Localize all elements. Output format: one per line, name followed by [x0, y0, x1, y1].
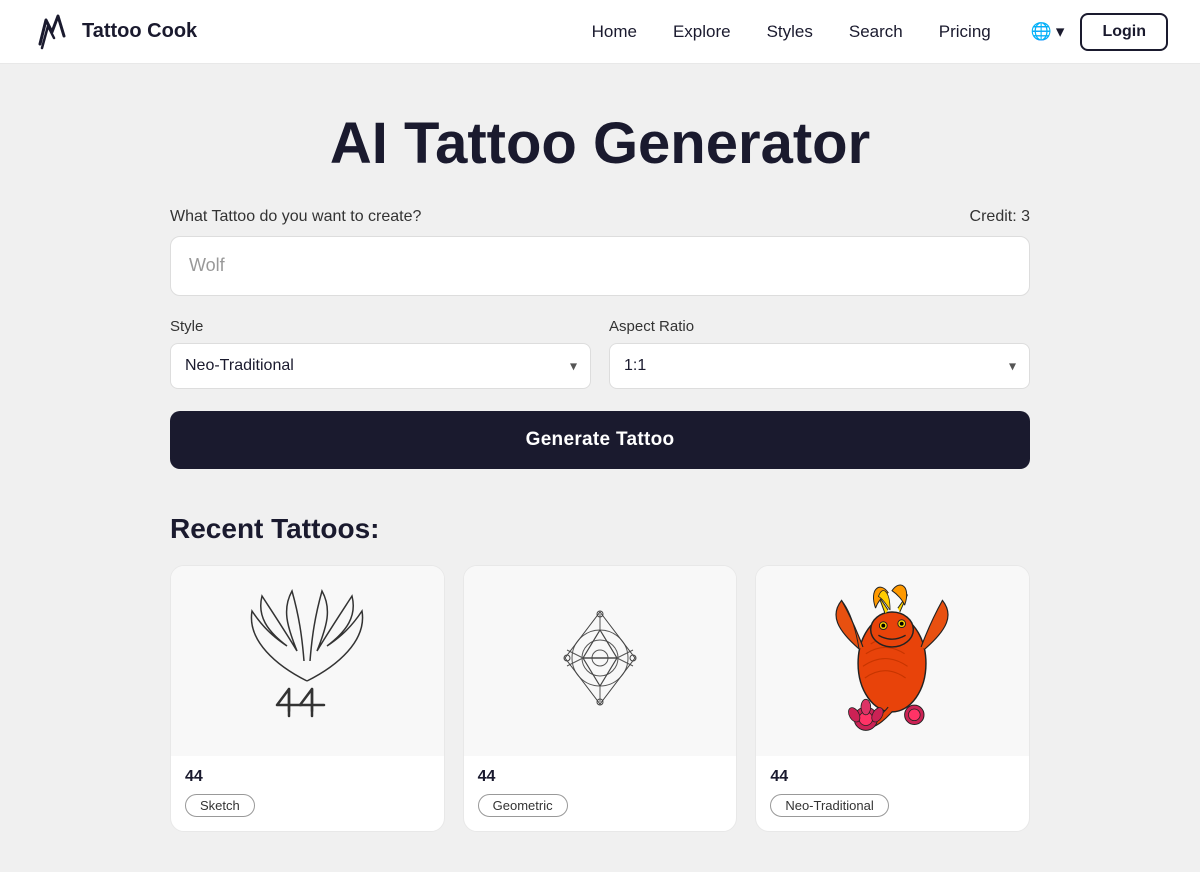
form-label: What Tattoo do you want to create?: [170, 208, 421, 226]
nav-links: Home Explore Styles Search Pricing: [592, 22, 991, 42]
page-title: AI Tattoo Generator: [170, 112, 1030, 176]
tattoo-input[interactable]: [170, 236, 1030, 296]
brand-link[interactable]: Tattoo Cook: [32, 12, 197, 52]
style-select-group: Style Neo-Traditional Traditional Geomet…: [170, 318, 591, 389]
aspect-select-group: Aspect Ratio 1:1 4:3 3:4 16:9 9:16: [609, 318, 1030, 389]
tattoo-card-image-0: [171, 566, 444, 756]
main-content: AI Tattoo Generator What Tattoo do you w…: [150, 64, 1050, 872]
tattoo-style-badge-1: Geometric: [478, 794, 568, 817]
brand-logo-icon: [32, 12, 72, 52]
tattoo-card-name-0: 44: [185, 768, 430, 786]
language-button[interactable]: 🌐 ▾: [1031, 22, 1065, 42]
nav-styles[interactable]: Styles: [767, 22, 813, 41]
nav-right: 🌐 ▾ Login: [1031, 13, 1168, 51]
tattoo-card-image-2: [756, 566, 1029, 756]
login-button[interactable]: Login: [1080, 13, 1168, 51]
tattoo-card-name-2: 44: [770, 768, 1015, 786]
tattoo-card-name-1: 44: [478, 768, 723, 786]
tattoo-style-badge-2: Neo-Traditional: [770, 794, 888, 817]
recent-title: Recent Tattoos:: [170, 513, 1030, 545]
brand-name: Tattoo Cook: [82, 20, 197, 43]
generate-button[interactable]: Generate Tattoo: [170, 411, 1030, 469]
tattoo-card-1[interactable]: 44 Geometric: [463, 565, 738, 832]
tattoo-card-image-1: [464, 566, 737, 756]
lang-icon: 🌐: [1031, 22, 1052, 42]
chevron-down-icon: ▾: [1056, 22, 1065, 42]
tattoo-card-0[interactable]: 44 Sketch: [170, 565, 445, 832]
tattoo-card-body-1: 44 Geometric: [464, 756, 737, 831]
credit-badge: Credit: 3: [970, 208, 1030, 226]
nav-explore[interactable]: Explore: [673, 22, 731, 41]
tattoo-grid: 44 Sketch: [170, 565, 1030, 832]
tattoo-style-badge-0: Sketch: [185, 794, 255, 817]
aspect-label: Aspect Ratio: [609, 318, 1030, 335]
style-select[interactable]: Neo-Traditional Traditional Geometric Sk…: [170, 343, 591, 389]
selects-row: Style Neo-Traditional Traditional Geomet…: [170, 318, 1030, 389]
nav-search[interactable]: Search: [849, 22, 903, 41]
nav-home[interactable]: Home: [592, 22, 637, 41]
tattoo-card-2[interactable]: 44 Neo-Traditional: [755, 565, 1030, 832]
form-header: What Tattoo do you want to create? Credi…: [170, 208, 1030, 226]
aspect-select[interactable]: 1:1 4:3 3:4 16:9 9:16: [609, 343, 1030, 389]
navbar: Tattoo Cook Home Explore Styles Search P…: [0, 0, 1200, 64]
style-label: Style: [170, 318, 591, 335]
recent-section: Recent Tattoos: 4: [170, 513, 1030, 832]
tattoo-card-body-0: 44 Sketch: [171, 756, 444, 831]
tattoo-card-body-2: 44 Neo-Traditional: [756, 756, 1029, 831]
nav-pricing[interactable]: Pricing: [939, 22, 991, 41]
